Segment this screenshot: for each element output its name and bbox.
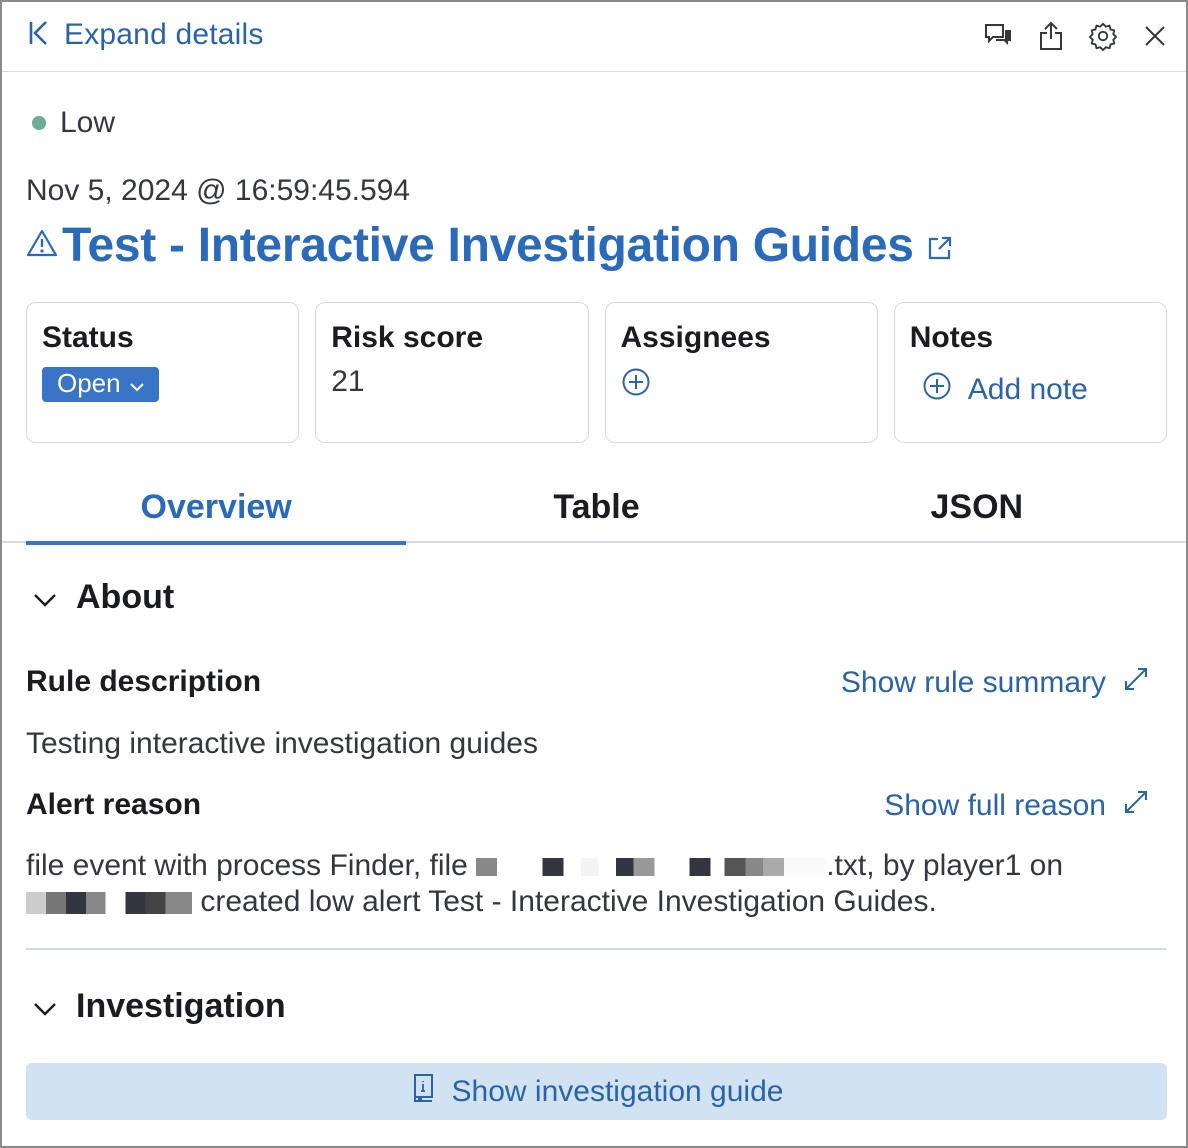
investigation-section-toggle[interactable]: Investigation: [32, 987, 286, 1026]
status-card-label: Status: [42, 321, 134, 354]
show-rule-summary-label: Show rule summary: [840, 666, 1106, 699]
section-divider: [26, 948, 1167, 950]
notes-label: Notes: [909, 321, 994, 354]
tab-json[interactable]: JSON: [787, 472, 1167, 543]
share-icon[interactable]: [1036, 18, 1066, 54]
expand-arrows-icon: [1122, 788, 1150, 824]
flyout-header: Expand details: [2, 2, 1186, 72]
risk-score-label: Risk score: [331, 321, 484, 354]
severity-indicator: Low: [32, 106, 115, 140]
show-investigation-guide-label: Show investigation guide: [451, 1074, 784, 1108]
collapse-left-icon: [28, 20, 50, 51]
book-info-icon: [410, 1073, 436, 1111]
redacted-host-name: [26, 892, 192, 914]
notes-card: Notes Add note: [893, 302, 1167, 443]
about-section-toggle[interactable]: About: [32, 578, 174, 617]
show-full-reason-label: Show full reason: [884, 789, 1106, 822]
redacted-file-path: [476, 858, 827, 876]
expand-arrows-icon: [1122, 665, 1150, 701]
warning-icon: [26, 228, 58, 263]
chevron-down-icon: [129, 368, 145, 399]
status-card: Status Open: [26, 302, 300, 443]
severity-dot-icon: [32, 116, 46, 130]
risk-score-card: Risk score 21: [315, 302, 589, 443]
alert-timestamp: Nov 5, 2024 @ 16:59:45.594: [26, 174, 411, 207]
close-icon[interactable]: [1140, 18, 1170, 54]
status-dropdown[interactable]: Open: [42, 367, 159, 402]
investigation-heading: Investigation: [76, 987, 286, 1025]
gear-icon[interactable]: [1088, 18, 1118, 54]
alert-reason-text: file event with process Finder, file .tx…: [26, 848, 1156, 920]
chat-icon[interactable]: [984, 18, 1014, 54]
assignees-label: Assignees: [620, 321, 771, 354]
add-note-button[interactable]: Add note: [922, 371, 1151, 409]
status-value: Open: [57, 368, 121, 398]
rule-description-text: Testing interactive investigation guides: [26, 727, 538, 760]
expand-details-button[interactable]: Expand details: [28, 18, 264, 52]
summary-cards: Status Open Risk score 21 Assignees Note…: [26, 302, 1167, 443]
expand-details-label: Expand details: [64, 18, 264, 51]
tab-bar: Overview Table JSON: [2, 472, 1186, 545]
risk-score-value: 21: [331, 365, 365, 398]
alert-reason-label: Alert reason: [26, 788, 202, 821]
about-heading: About: [76, 578, 175, 616]
chevron-down-icon: [32, 578, 58, 617]
chevron-down-icon: [32, 987, 58, 1026]
alert-title-link[interactable]: Test - Interactive Investigation Guides: [26, 218, 954, 273]
alert-reason-part2: .txt, by player1 on: [826, 849, 1064, 882]
assignees-card: Assignees: [604, 302, 878, 443]
add-note-label: Add note: [967, 373, 1088, 406]
external-link-icon: [926, 234, 954, 267]
show-investigation-guide-button[interactable]: Show investigation guide: [26, 1063, 1167, 1120]
show-rule-summary-link[interactable]: Show rule summary: [841, 665, 1150, 701]
header-actions: [984, 18, 1170, 54]
alert-reason-part3: created low alert Test - Interactive Inv…: [200, 885, 937, 918]
alert-flyout: Expand details Low Nov 5, 2024 @ 16:59:4…: [0, 0, 1188, 1148]
show-full-reason-link[interactable]: Show full reason: [884, 788, 1150, 824]
plus-circle-icon: [621, 368, 651, 401]
alert-title: Test - Interactive Investigation Guides: [62, 219, 914, 272]
add-assignee-button[interactable]: [621, 367, 651, 397]
tab-overview[interactable]: Overview: [26, 472, 407, 545]
alert-reason-part1: file event with process Finder, file: [26, 849, 468, 882]
severity-label: Low: [60, 106, 116, 139]
rule-description-label: Rule description: [26, 665, 262, 698]
tab-table[interactable]: Table: [406, 472, 786, 543]
plus-circle-icon: [922, 371, 952, 409]
